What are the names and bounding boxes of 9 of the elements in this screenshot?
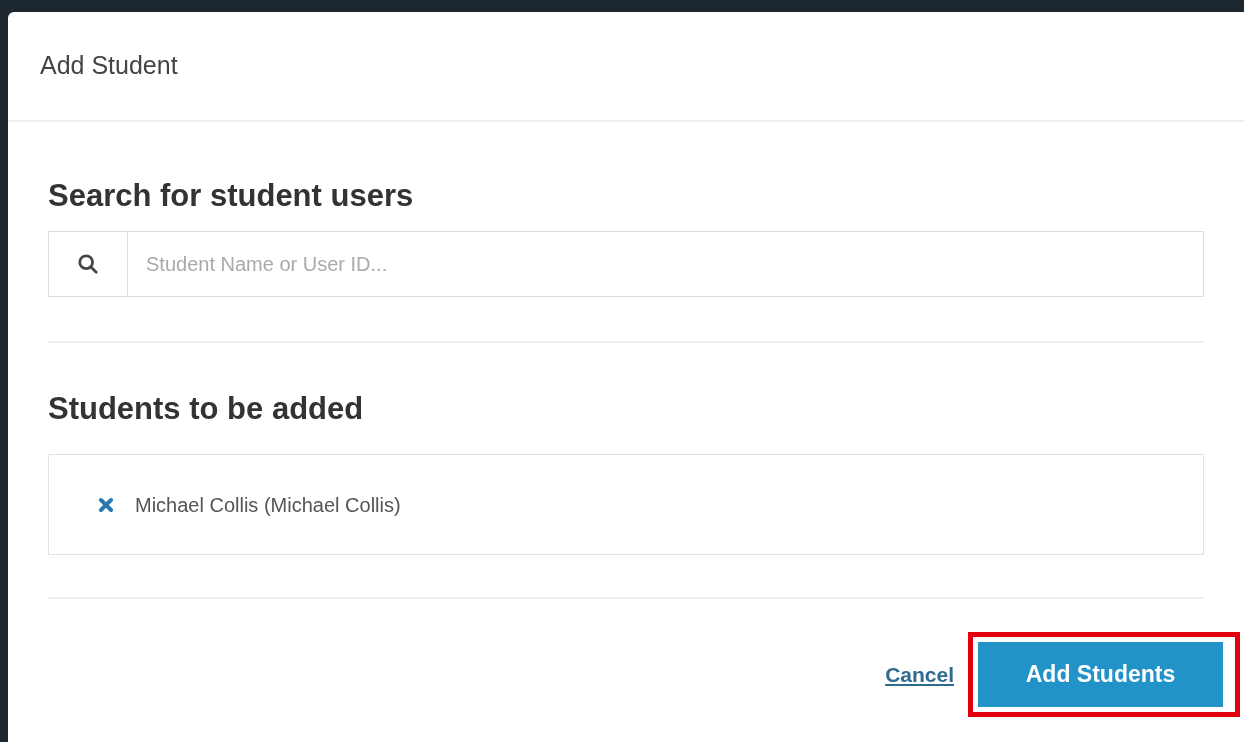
search-field[interactable]: Student Name or User ID... <box>128 231 1204 297</box>
section-heading: Search for student users <box>48 180 415 211</box>
student-name: Michael Collis (Michael Collis) <box>135 492 401 518</box>
search-icon <box>77 253 99 275</box>
dialog-title: Add Student <box>40 50 178 82</box>
section-heading: Students to be added <box>48 393 365 424</box>
cancel-link[interactable]: Cancel <box>885 658 954 691</box>
add-students-button[interactable]: Add Students <box>978 642 1223 707</box>
remove-icon[interactable] <box>97 495 115 514</box>
